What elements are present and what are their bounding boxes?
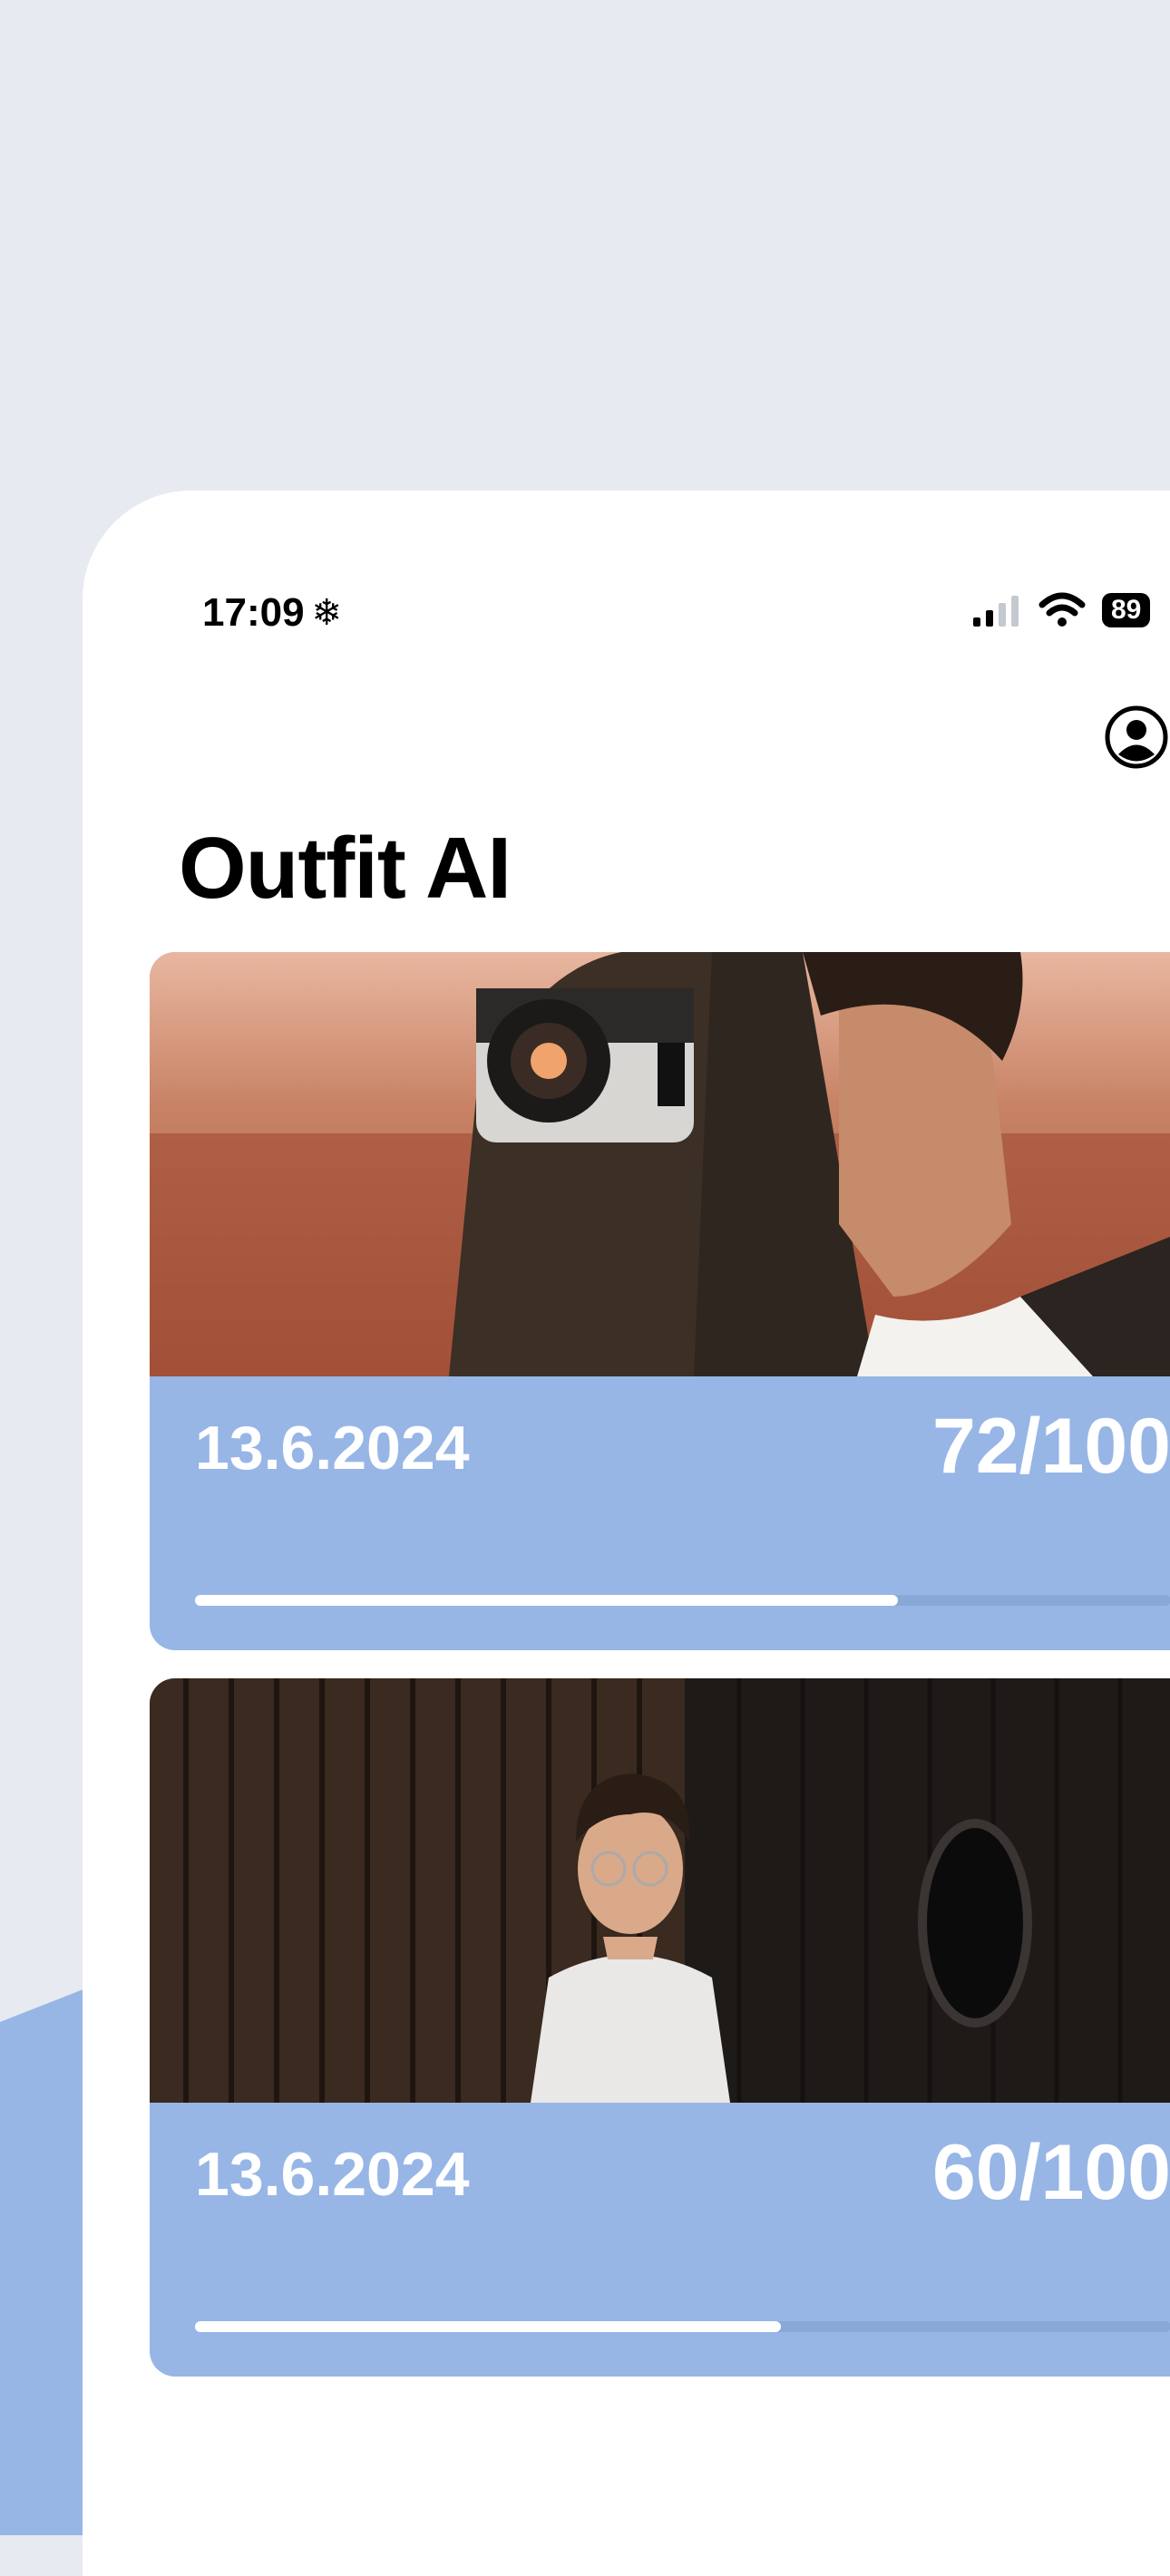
outfit-card[interactable]: 13.6.2024 72/100: [150, 952, 1170, 1650]
card-footer: 13.6.2024 60/100: [150, 2103, 1170, 2377]
battery-icon: 89: [1102, 593, 1151, 627]
cellular-signal-icon: [973, 596, 1019, 627]
status-icons: 89: [971, 592, 1151, 628]
outfit-photo-man-with-glasses: [150, 1678, 1170, 2103]
outfit-photo-man-with-camera: [150, 952, 1170, 1376]
status-time: 17:09 ❄: [202, 590, 342, 636]
card-date: 13.6.2024: [195, 2140, 470, 2209]
profile-icon[interactable]: [1104, 705, 1169, 770]
card-score: 60/100: [931, 2129, 1170, 2216]
wifi-icon: [1038, 592, 1086, 627]
score-progress-bar: [195, 1595, 1170, 1606]
outfit-card[interactable]: 13.6.2024 60/100: [150, 1678, 1170, 2377]
score-progress-fill: [195, 2321, 781, 2332]
card-footer: 13.6.2024 72/100: [150, 1376, 1170, 1650]
card-date: 13.6.2024: [195, 1414, 470, 1482]
card-score: 72/100: [931, 1403, 1170, 1490]
score-progress-fill: [195, 1595, 898, 1606]
snowflake-icon: ❄: [311, 593, 343, 633]
phone-screen: 17:09 ❄ 89 Outfit AI 13.6.2024 72/100 13…: [83, 491, 1170, 2576]
page-title: Outfit AI: [179, 820, 512, 917]
score-progress-bar: [195, 2321, 1170, 2332]
status-time-text: 17:09: [202, 590, 305, 635]
